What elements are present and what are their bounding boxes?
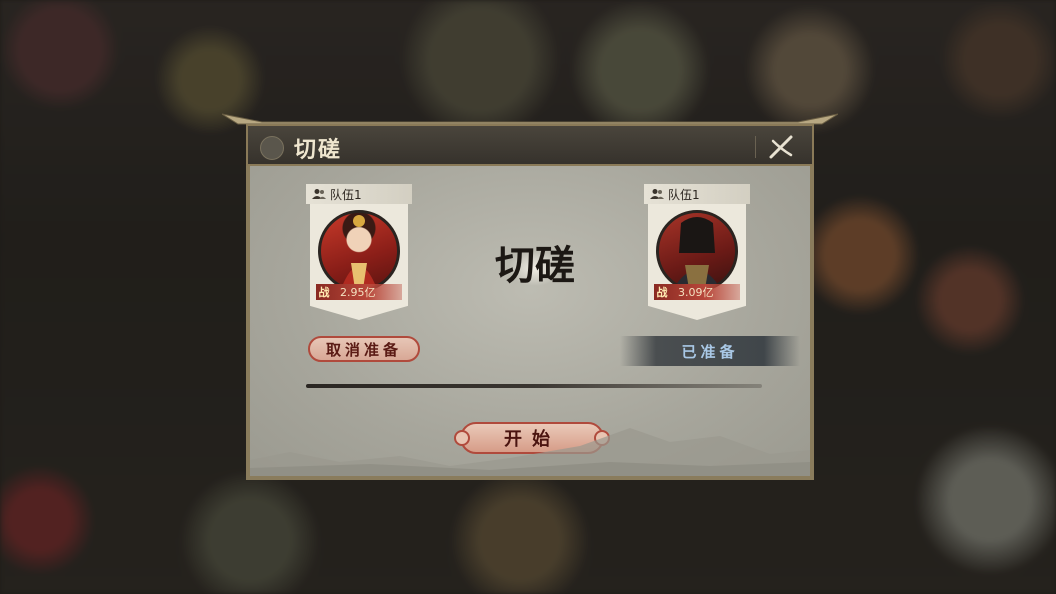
power-value: 2.95亿	[340, 286, 376, 299]
cloud-emblem-icon	[260, 136, 284, 160]
team-label: 队伍1	[330, 187, 362, 202]
close-icon	[769, 135, 793, 159]
cancel-ready-button[interactable]: 取消准备	[308, 336, 420, 362]
team-label: 队伍1	[668, 187, 700, 202]
ink-divider	[306, 384, 762, 388]
hero-portrait	[656, 210, 738, 292]
hero-figure	[673, 217, 721, 289]
title-bar: 切磋	[246, 124, 814, 166]
team-card-right[interactable]: 队伍1 战 3.09亿	[644, 184, 750, 324]
team-tag: 队伍1	[306, 184, 412, 204]
power-icon: 战	[656, 286, 668, 299]
power-icon: 战	[318, 286, 330, 299]
power-bar: 战 2.95亿	[316, 284, 402, 300]
team-icon	[312, 189, 326, 199]
team-tag: 队伍1	[644, 184, 750, 204]
team-card-left[interactable]: 队伍1 战 2.95亿	[306, 184, 412, 324]
dialog-body: 队伍1 战 2.95亿 切磋 队伍1 战 3.09亿 取消准备 已准备 开始	[246, 166, 814, 480]
dialog-title: 切磋	[294, 137, 343, 163]
close-button[interactable]	[766, 132, 796, 162]
ready-status-badge: 已准备	[620, 336, 800, 366]
hero-figure	[341, 215, 377, 289]
team-icon	[650, 189, 664, 199]
power-value: 3.09亿	[678, 286, 714, 299]
hero-portrait	[318, 210, 400, 292]
title-divider	[755, 136, 756, 158]
center-title: 切磋	[495, 242, 575, 289]
spar-dialog: 切磋 队伍1 战 2.95亿 切磋 队伍1 战 3.09亿 取消准备 已准备 开…	[222, 113, 838, 480]
power-bar: 战 3.09亿	[654, 284, 740, 300]
mountain-decoration	[250, 428, 810, 476]
